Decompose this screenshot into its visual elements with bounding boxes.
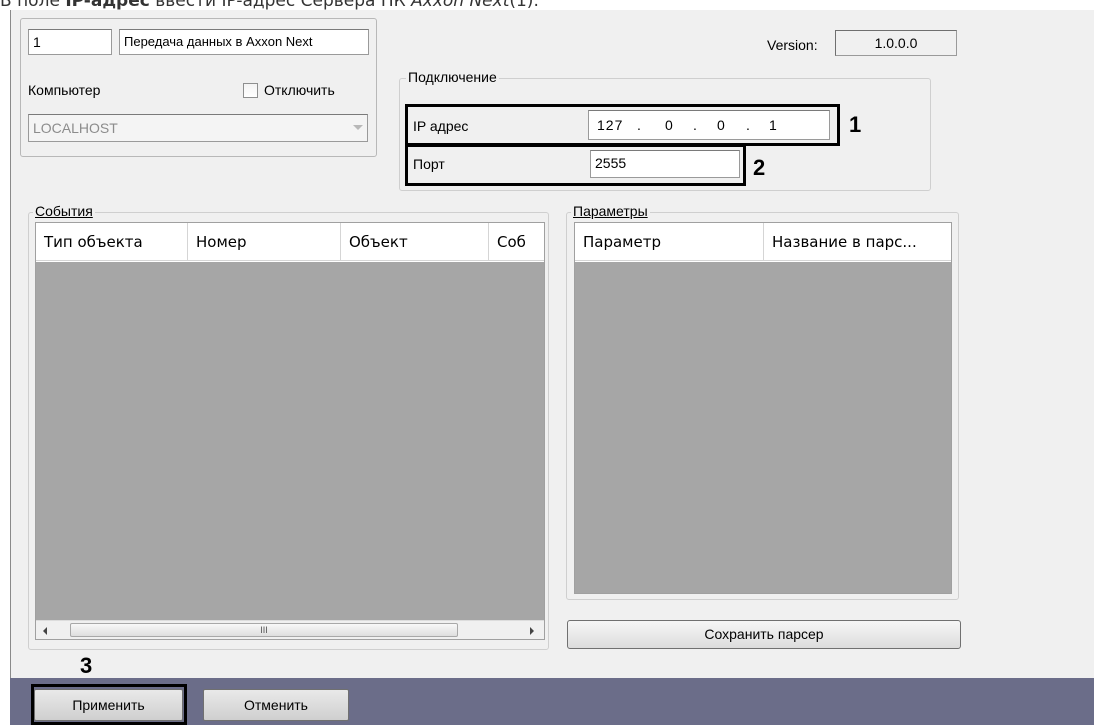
annotation-3: 3 — [80, 653, 93, 678]
events-table[interactable]: Тип объекта Номер Объект Соб III — [35, 222, 545, 640]
parameters-legend: Параметры — [571, 203, 650, 219]
annotation-2: 2 — [753, 155, 766, 180]
events-legend: События — [33, 203, 95, 219]
disable-label: Отключить — [264, 82, 335, 98]
highlight-apply — [31, 684, 187, 725]
events-horizontal-scrollbar[interactable]: III — [36, 620, 544, 639]
parameters-table[interactable]: Параметр Название в парс... — [574, 222, 952, 594]
save-parser-button[interactable]: Сохранить парсер — [567, 620, 961, 649]
computer-label: Компьютер — [28, 82, 101, 98]
highlight-ip — [405, 104, 840, 146]
column-parser-name[interactable]: Название в парс... — [764, 223, 951, 261]
connection-legend: Подключение — [406, 69, 499, 85]
version-value: 1.0.0.0 — [835, 30, 957, 56]
parameters-table-body[interactable] — [575, 262, 951, 593]
column-number[interactable]: Номер — [188, 223, 341, 261]
column-object-type[interactable]: Тип объекта — [36, 223, 188, 261]
computer-select-value: LOCALHOST — [33, 120, 118, 136]
object-id-field[interactable]: 1 — [28, 29, 112, 55]
scroll-thumb[interactable]: III — [70, 623, 458, 637]
events-table-body[interactable] — [36, 262, 544, 620]
scroll-left-icon[interactable] — [43, 627, 47, 635]
version-label: Version: — [767, 37, 818, 53]
parameters-table-header: Параметр Название в парс... — [575, 223, 951, 261]
object-name-field[interactable]: Передача данных в Axxon Next — [119, 29, 369, 55]
scroll-right-icon[interactable] — [530, 627, 534, 635]
highlight-port — [405, 144, 746, 186]
events-table-header: Тип объекта Номер Объект Соб — [36, 223, 544, 261]
disable-checkbox[interactable] — [243, 83, 258, 98]
cancel-button[interactable]: Отменить — [203, 689, 349, 721]
annotation-1: 1 — [849, 112, 862, 137]
computer-select[interactable]: LOCALHOST — [28, 114, 368, 142]
column-event[interactable]: Соб — [489, 223, 544, 261]
column-parameter[interactable]: Параметр — [575, 223, 764, 261]
chevron-down-icon[interactable] — [353, 125, 363, 130]
column-object[interactable]: Объект — [341, 223, 489, 261]
